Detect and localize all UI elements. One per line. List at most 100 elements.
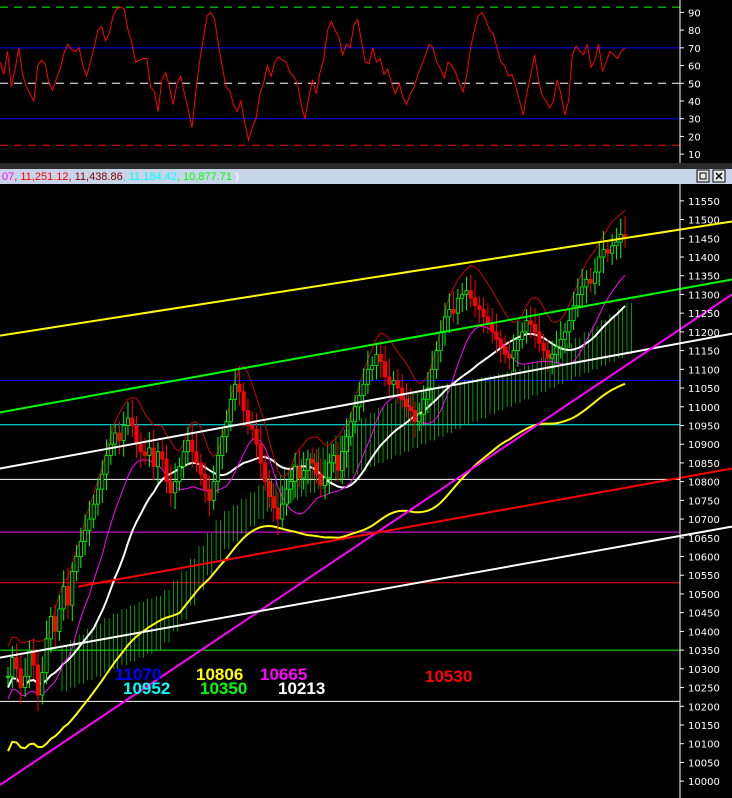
candle-body [353,406,358,423]
price-tick-label: 11250 [688,309,720,320]
candle-body [10,657,15,677]
candle-body [74,556,79,572]
rsi-tick-label: 60 [688,62,701,73]
candle-body [464,290,469,295]
candle-body [113,432,118,445]
price-tick-label: 10800 [688,478,720,489]
candle-body [228,398,233,423]
candle-body [177,466,182,483]
candle-body [267,481,272,498]
candle-body [198,462,203,475]
candle-body [503,346,508,355]
candle-body [580,286,585,295]
candle-body [511,350,516,359]
price-tick-label: 10450 [688,609,720,620]
price-tick-label: 11350 [688,272,720,283]
candle-body [438,331,443,352]
candle-body [233,383,238,400]
window-close-icon[interactable] [712,169,726,183]
candle-body [610,245,615,254]
candle-body [121,425,126,441]
candle-body [134,425,139,445]
candle-body [498,338,503,348]
rsi-tick-label: 70 [688,44,701,55]
candle-body [164,458,169,483]
price-tick-label: 11000 [688,403,720,414]
price-tick-label: 10700 [688,515,720,526]
price-tick-label: 10950 [688,421,720,432]
candle-body [241,391,246,411]
candle-body [83,529,88,542]
candle-body [258,443,263,464]
rsi-tick-label: 80 [688,26,701,37]
candle-body [143,451,148,456]
price-tick-label: 11550 [688,197,720,208]
indicator-values: 07, 11,251.12, 11,438.86, 11,184.42, 10,… [2,171,239,183]
candle-body [361,383,366,396]
candle-body [335,455,340,471]
candle-body [417,413,422,423]
trendline [0,278,732,414]
candle-body [293,466,298,483]
rsi-tick-label: 10 [688,150,701,161]
candle-body [151,447,156,468]
candle-body [545,350,550,359]
candle-body [395,380,400,389]
candle-body [430,368,435,389]
candle-body [65,586,70,606]
candle-body [455,297,460,314]
candle-body [443,316,448,333]
window-restore-icon[interactable] [696,169,710,183]
trendline [0,293,732,786]
candle-body [44,638,49,673]
price-tick-label: 10100 [688,740,720,751]
candle-body [275,507,280,520]
candle-body [35,664,40,696]
candle-body [374,353,379,366]
candle-body [130,417,135,426]
candle-body [160,451,165,460]
candle-body [224,421,229,438]
price-tick-label: 10850 [688,459,720,470]
candles [6,216,628,712]
candle-body [6,675,11,678]
panel-divider[interactable] [0,163,732,169]
price-tick-label: 10300 [688,665,720,676]
price-tick-label: 10200 [688,702,720,713]
candle-body [331,455,336,464]
candle-body [357,395,362,408]
candle-body [413,410,418,423]
candle-body [48,616,53,640]
level-label-10350: 10350 [200,679,247,698]
candle-body [370,365,375,370]
candle-body [468,290,473,299]
level-labels: 11070109521080610350106651021310530 [115,665,472,698]
candle-body [254,428,259,445]
candle-body [473,297,478,307]
candle-body [481,309,486,318]
price-tick-label: 10150 [688,721,720,732]
candle-body [203,473,208,490]
chart-canvas: 07, 11,251.12, 11,438.86, 11,184.42, 10,… [0,0,732,798]
candle-body [340,451,345,471]
rsi-y-axis: 90 80 70 60 50 40 30 20 10 [680,8,701,161]
candle-body [181,451,186,468]
candle-body [563,331,568,340]
candle-body [280,503,285,520]
candle-body [237,383,242,393]
candle-body [207,488,212,501]
candle-body [451,309,456,314]
candle-body [601,249,606,258]
candle-body [434,350,439,370]
level-label-10213: 10213 [278,679,325,698]
price-tick-label: 11300 [688,290,720,301]
price-tick-label: 11150 [688,347,720,358]
candle-body [18,668,23,688]
candle-body [520,331,525,340]
candle-body [421,398,426,415]
candle-body [271,496,276,509]
rsi-tick-label: 20 [688,132,701,143]
candle-body [185,440,190,453]
candle-body [95,488,100,505]
candle-body [588,279,593,284]
